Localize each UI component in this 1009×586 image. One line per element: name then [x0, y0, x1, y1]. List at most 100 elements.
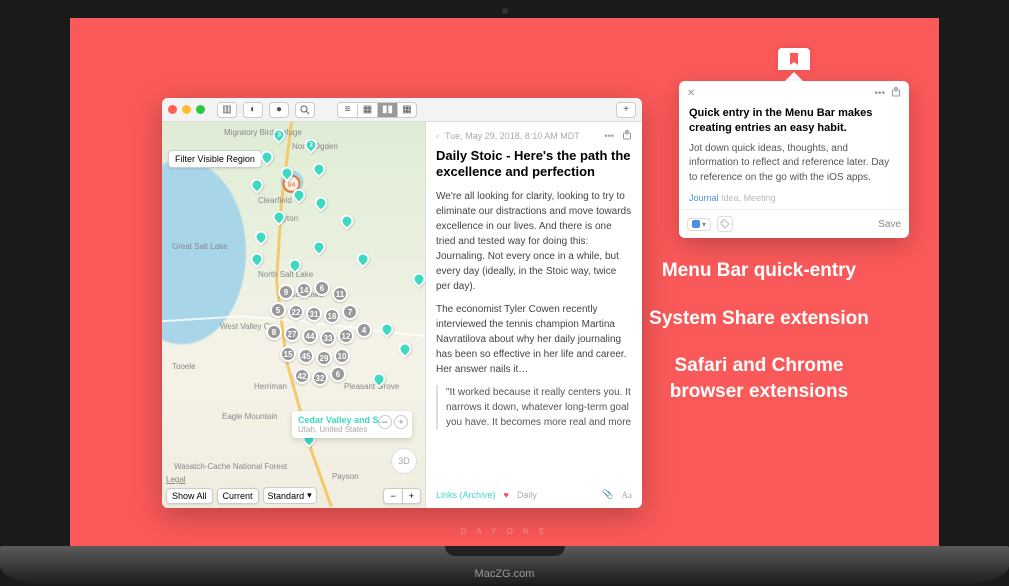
search-button[interactable]	[295, 102, 315, 118]
map-cluster[interactable]: 27	[284, 326, 300, 342]
tag-icon	[720, 219, 730, 229]
screen: ▥ ◐ ● ≡ ▦ ▮▮ ▦ +	[70, 18, 939, 546]
zoom-window-button[interactable]	[196, 105, 205, 114]
popup-zoom-out-button[interactable]: −	[378, 415, 392, 429]
entry-more-button[interactable]: •••	[605, 131, 614, 141]
menubar-bookmark-tab[interactable]	[778, 48, 810, 70]
map-cluster[interactable]: 33	[320, 330, 336, 346]
map-location-popup[interactable]: Cedar Valley and S… Utah, United States …	[292, 411, 412, 438]
entry-links-button[interactable]: Links (Archive)	[436, 490, 496, 500]
map-place-label: Wasatch-Cache National Forest	[174, 462, 287, 471]
map-place-label: Payson	[332, 472, 359, 481]
entry-body[interactable]: We're all looking for clarity, looking t…	[436, 189, 632, 486]
map-cluster[interactable]: 15	[280, 346, 296, 362]
map-3d-compass[interactable]: 3D	[391, 448, 417, 474]
map-style-select[interactable]: Standard ▾	[263, 487, 317, 504]
map-place-label: Clearfield	[258, 196, 292, 205]
tag-journal[interactable]: Journal	[689, 193, 719, 203]
map-show-all-button[interactable]: Show All	[166, 488, 213, 504]
attachment-icon[interactable]: 📎	[602, 489, 613, 500]
camera-dot	[502, 8, 508, 14]
entry-pane: ‹ Tue, May 29, 2018, 8:10 AM MDT ••• Dai…	[426, 122, 642, 508]
journal-color-swatch	[692, 220, 700, 228]
quick-entry-tags[interactable]: Journal Idea, Meeting	[679, 193, 909, 209]
minimize-window-button[interactable]	[182, 105, 191, 114]
map-cluster[interactable]: 7	[342, 304, 358, 320]
map-cluster[interactable]: 42	[294, 368, 310, 384]
map-place-label: Herriman	[254, 382, 287, 391]
entry-back-button[interactable]: ‹	[436, 131, 439, 141]
map-cluster[interactable]: 8	[266, 324, 282, 340]
marketing-line: Menu Bar quick-entry	[639, 258, 879, 284]
map-cluster[interactable]: 31	[306, 306, 322, 322]
close-window-button[interactable]	[168, 105, 177, 114]
popover-close-button[interactable]: ✕	[687, 88, 695, 99]
map-style-label: Standard	[268, 491, 305, 501]
map-cluster[interactable]: 44	[302, 328, 318, 344]
map-place-label: Migratory Bird Refuge	[224, 128, 302, 137]
quick-entry-save-button[interactable]: Save	[878, 219, 901, 230]
map-cluster[interactable]: 9	[278, 284, 294, 300]
map-cluster[interactable]: 45	[298, 348, 314, 364]
map-cluster[interactable]: 18	[324, 308, 340, 324]
new-entry-button[interactable]: +	[616, 102, 636, 118]
view-calendar-button[interactable]: ▦	[397, 102, 417, 118]
map-place-label: Pleasant Grove	[344, 382, 399, 391]
fullscreen-button[interactable]: ●	[269, 102, 289, 118]
map-zoom-in-button[interactable]: +	[402, 488, 421, 504]
quick-entry-popover-wrap: ✕ ••• Quick entry in the Menu Bar makes …	[679, 48, 909, 238]
entry-paragraph: We're all looking for clarity, looking t…	[436, 189, 632, 294]
brand-footer: D A Y O N E	[461, 527, 549, 536]
add-tag-button[interactable]	[717, 216, 733, 232]
map-bottom-bar: Show All Current Standard ▾ − +	[166, 487, 421, 504]
marketing-line: Safari and Chrome browser extensions	[639, 353, 879, 404]
map-cluster[interactable]: 11	[332, 286, 348, 302]
view-list-button[interactable]: ≡	[337, 102, 357, 118]
map-pane[interactable]: 8 4 Filter Visible Region Migratory Bird …	[162, 122, 426, 508]
titlebar: ▥ ◐ ● ≡ ▦ ▮▮ ▦ +	[162, 98, 642, 122]
entry-paragraph: The economist Tyler Cowen recently inter…	[436, 302, 632, 377]
entry-favorite-button[interactable]: ♥	[504, 490, 509, 500]
map-cluster[interactable]: 4	[356, 322, 372, 338]
journal-picker-button[interactable]: ▾	[687, 218, 711, 231]
appearance-toggle-button[interactable]: ◐	[243, 102, 263, 118]
filter-region-button[interactable]: Filter Visible Region	[168, 150, 262, 168]
map-cluster[interactable]: 10	[334, 348, 350, 364]
quick-entry-title: Quick entry in the Menu Bar makes creati…	[689, 106, 899, 136]
view-grid-button[interactable]: ▦	[357, 102, 377, 118]
popover-more-button[interactable]: •••	[874, 88, 885, 99]
map-cluster[interactable]: 29	[316, 350, 332, 366]
map-place-label: Eagle Mountain	[222, 412, 278, 421]
marketing-copy: Menu Bar quick-entry System Share extens…	[639, 258, 879, 427]
sidebar-toggle-button[interactable]: ▥	[217, 102, 237, 118]
popover-caret	[785, 72, 803, 81]
entry-title: Daily Stoic - Here's the path the excell…	[436, 148, 632, 181]
map-current-location-button[interactable]: Current	[217, 488, 259, 504]
traffic-lights	[168, 105, 205, 114]
entry-quote: "It worked because it really centers you…	[436, 385, 632, 430]
app-body: 8 4 Filter Visible Region Migratory Bird …	[162, 122, 642, 508]
map-cluster[interactable]: 12	[338, 328, 354, 344]
popover-share-button[interactable]	[891, 87, 901, 100]
quick-entry-body-text[interactable]: Jot down quick ideas, thoughts, and info…	[689, 142, 899, 186]
map-cluster[interactable]: 5	[270, 302, 286, 318]
map-place-label: Great Salt Lake	[172, 242, 228, 251]
text-style-icon[interactable]: Aa	[622, 490, 633, 500]
view-map-button[interactable]: ▮▮	[377, 102, 397, 118]
map-place-label: Tooele	[172, 362, 196, 371]
map-cluster[interactable]: 32	[312, 370, 328, 386]
entry-header: ‹ Tue, May 29, 2018, 8:10 AM MDT •••	[436, 130, 632, 142]
popup-zoom-in-button[interactable]: +	[394, 415, 408, 429]
entry-share-button[interactable]	[622, 130, 632, 142]
map-place-label: North Salt Lake	[258, 270, 313, 279]
map-cluster[interactable]: 6	[314, 280, 330, 296]
map-cluster[interactable]: 6	[330, 366, 346, 382]
map-zoom-out-button[interactable]: −	[383, 488, 401, 504]
map-cluster[interactable]: 22	[288, 304, 304, 320]
tag-suggestions: Idea, Meeting	[721, 193, 776, 203]
map-cluster[interactable]: 14	[296, 282, 312, 298]
chevron-down-icon: ▾	[702, 220, 706, 229]
map-legal-link[interactable]: Legal	[166, 475, 186, 484]
view-switcher: ≡ ▦ ▮▮ ▦	[337, 102, 417, 118]
quick-entry-popover: ✕ ••• Quick entry in the Menu Bar makes …	[679, 81, 909, 238]
